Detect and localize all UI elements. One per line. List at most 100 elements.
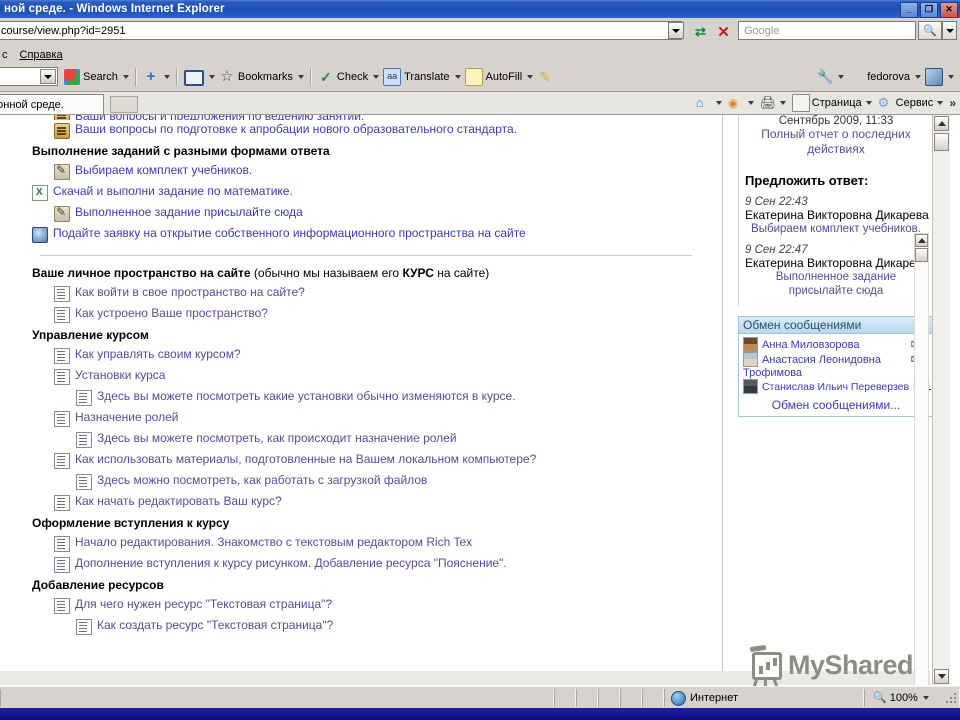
resource-row[interactable]: Подайте заявку на открытие собственного … [32, 224, 722, 245]
heading-normal-end: на сайте) [433, 266, 490, 280]
window-vertical-scrollbar[interactable] [932, 115, 950, 685]
resource-row[interactable]: Как использовать материалы, подготовленн… [54, 450, 722, 471]
resource-link[interactable]: Установки курса [75, 368, 165, 383]
activity-link-cont[interactable]: присылайте сюда [745, 284, 927, 298]
google-search-dropdown-button[interactable] [40, 69, 56, 84]
contact-row[interactable]: Анастасия Леонидовна ✉ 1 [743, 352, 929, 367]
resource-link[interactable]: Начало редактирования. Знакомство с текс… [75, 535, 472, 550]
zoom-control[interactable]: 🔍 100% [873, 691, 937, 704]
scroll-up-button[interactable] [915, 234, 928, 247]
resource-row[interactable]: Назначение ролей [54, 408, 722, 429]
resource-row[interactable]: Как начать редактировать Ваш курс? [54, 492, 722, 513]
resource-row[interactable]: Скачай и выполни задание по математике. [32, 182, 722, 203]
resource-link[interactable]: Подайте заявку на открытие собственного … [53, 226, 526, 241]
google-account-button[interactable]: fedorova [846, 66, 923, 88]
resource-link[interactable]: Ваши вопросы по подготовке к апробации н… [75, 122, 517, 137]
activity-link[interactable]: Выполненное задание [745, 270, 927, 284]
contact-name[interactable]: Станислав Ильич Переверзев [762, 380, 909, 394]
contact-row[interactable]: Станислав Ильич Переверзев ✉ 1 [743, 379, 931, 394]
address-dropdown-button[interactable] [668, 22, 684, 39]
new-tab-button[interactable] [110, 96, 138, 113]
scrollbar-up-button[interactable] [934, 116, 949, 131]
resource-link[interactable]: Как управлять своим курсом? [75, 347, 241, 362]
resource-row[interactable]: Дополнение вступления к курсу рисунком. … [54, 554, 722, 575]
search-input[interactable]: Google [738, 21, 916, 40]
page-menu-label: Страница [811, 97, 862, 109]
print-button[interactable]: 🖨 [757, 95, 789, 111]
page-menu-button[interactable]: Страница [789, 94, 875, 112]
full-report-link-line2[interactable]: действиях [745, 142, 927, 157]
resource-row[interactable]: Здесь вы можете посмотреть какие установ… [76, 387, 722, 408]
resource-link[interactable]: Как войти в свое пространство на сайте? [75, 285, 305, 300]
search-provider-dropdown[interactable] [942, 21, 957, 40]
close-button[interactable]: ✕ [940, 2, 958, 18]
resource-row[interactable]: Установки курса [54, 366, 722, 387]
pdf-icon [925, 68, 943, 86]
resource-link[interactable]: Здесь можно посмотреть, как работать с з… [97, 473, 427, 488]
feeds-button[interactable]: ◉ [725, 95, 757, 111]
google-translate-button[interactable]: aa Translate [381, 66, 462, 88]
contact-name-wrap[interactable]: Трофимова [743, 367, 929, 379]
resource-row[interactable]: Начало редактирования. Знакомство с текс… [54, 533, 722, 554]
contact-name[interactable]: Анна Миловзорова [762, 338, 907, 352]
doc-icon [54, 557, 70, 573]
page-inner-scrollbar[interactable] [914, 233, 929, 685]
search-submit-button[interactable]: 🔍 [918, 21, 942, 40]
resource-link[interactable]: Как создать ресурс "Текстовая страница"? [97, 618, 333, 633]
all-messages-link[interactable]: Обмен сообщениями... [743, 398, 929, 412]
resource-link[interactable]: Выбираем комплект учебников. [75, 163, 252, 178]
activity-link[interactable]: Выбираем комплект учебников. [745, 222, 927, 236]
resource-row[interactable]: Как создать ресурс "Текстовая страница"? [76, 616, 722, 637]
resource-link[interactable]: Здесь вы можете посмотреть какие установ… [97, 389, 516, 404]
google-check-button[interactable]: ✓ Check [316, 66, 381, 88]
google-autofill-button[interactable]: AutoFill [463, 66, 536, 88]
chevron-down-icon[interactable] [922, 695, 929, 700]
tab-active[interactable]: мационной среде. [0, 94, 104, 114]
resize-grip[interactable] [944, 691, 958, 705]
resource-link[interactable]: Здесь вы можете посмотреть, как происход… [97, 431, 457, 446]
refresh-button[interactable]: ⇄ [690, 22, 711, 41]
command-bar-overflow[interactable]: » [946, 96, 956, 110]
google-settings-button[interactable]: 🔧 [815, 66, 846, 88]
scrollbar-down-button[interactable] [934, 669, 949, 684]
resource-link[interactable]: Как устроено Ваше пространство? [75, 306, 268, 321]
resource-link[interactable]: Назначение ролей [75, 410, 178, 425]
resource-link[interactable]: Выполненное задание присылайте сюда [75, 205, 303, 220]
menu-item-help[interactable]: Справка [14, 49, 69, 61]
resource-link[interactable]: Дополнение вступления к курсу рисунком. … [75, 556, 507, 571]
contact-row[interactable]: Анна Миловзорова ✉ 1 [743, 337, 929, 352]
resource-row[interactable]: Как войти в свое пространство на сайте? [54, 283, 722, 304]
full-report-link-line1[interactable]: Полный отчет о последних [745, 127, 927, 142]
resource-row[interactable]: Выполненное задание присылайте сюда [54, 203, 722, 224]
scrollbar-thumb[interactable] [934, 133, 949, 151]
stop-button[interactable]: ✕ [713, 22, 734, 41]
resource-link[interactable]: Ваши вопросы и предложения по ведению за… [75, 115, 364, 120]
resource-link[interactable]: Скачай и выполни задание по математике. [53, 184, 293, 199]
resource-link[interactable]: Как начать редактировать Ваш курс? [75, 494, 282, 509]
maximize-button[interactable]: ❐ [920, 2, 938, 18]
google-search-button[interactable]: Search [62, 66, 131, 88]
resource-row[interactable]: Для чего нужен ресурс "Текстовая страниц… [54, 595, 722, 616]
google-screen-button[interactable] [182, 66, 217, 88]
resource-row[interactable]: Ваши вопросы по подготовке к апробации н… [54, 120, 722, 141]
minimize-button[interactable]: _ [900, 2, 918, 18]
resource-row[interactable]: Здесь вы можете посмотреть, как происход… [76, 429, 722, 450]
address-input[interactable]: course/view.php?id=2951 [0, 21, 682, 40]
resource-row[interactable]: Как устроено Ваше пространство? [54, 304, 722, 325]
resource-link[interactable]: Для чего нужен ресурс "Текстовая страниц… [75, 597, 332, 612]
resource-row[interactable]: Здесь можно посмотреть, как работать с з… [76, 471, 722, 492]
menu-item-0[interactable]: с [0, 49, 14, 61]
adobe-pdf-button[interactable] [923, 66, 956, 88]
resource-link[interactable]: Как использовать материалы, подготовленн… [75, 452, 536, 467]
security-zone-pane[interactable]: Интернет [664, 689, 864, 707]
scroll-thumb[interactable] [915, 248, 928, 262]
google-bookmarks-button[interactable]: ☆ Bookmarks [217, 66, 306, 88]
contact-name[interactable]: Анастасия Леонидовна [762, 353, 907, 367]
google-search-box[interactable] [0, 67, 58, 86]
resource-row[interactable]: Выбираем комплект учебников. [54, 161, 722, 182]
tools-menu-button[interactable]: ⚙ Сервис [875, 95, 947, 111]
resource-row[interactable]: Как управлять своим курсом? [54, 345, 722, 366]
google-plus-button[interactable]: + [141, 66, 172, 88]
home-button[interactable]: ⌂ [693, 95, 725, 111]
google-highlight-button[interactable]: ✎ [535, 66, 555, 88]
